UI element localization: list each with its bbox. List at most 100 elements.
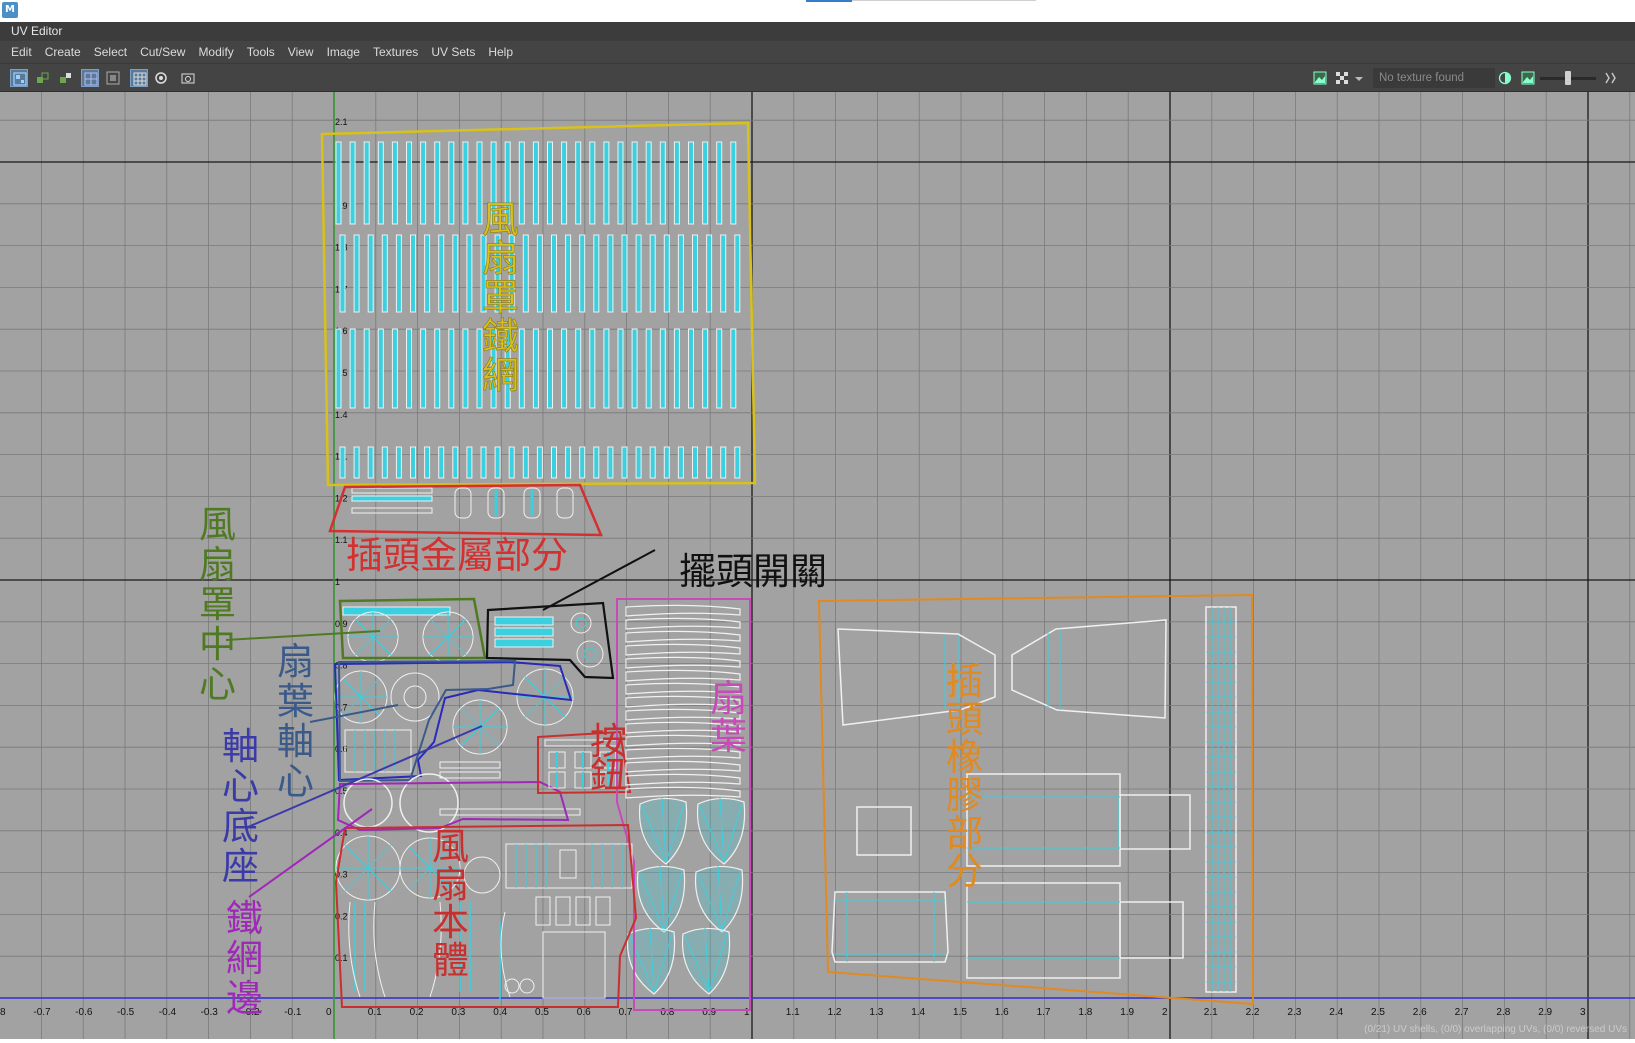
- uv-strip[interactable]: [649, 234, 656, 313]
- chevron-down-icon[interactable]: [1352, 69, 1364, 87]
- uv-strip[interactable]: [438, 446, 445, 479]
- expand-toolbar-icon[interactable]: [1601, 69, 1619, 87]
- uv-strip[interactable]: [635, 446, 642, 479]
- menu-image[interactable]: Image: [327, 45, 360, 59]
- uv-strip[interactable]: [617, 328, 624, 409]
- uv-strip[interactable]: [702, 141, 709, 225]
- uv-strip[interactable]: [603, 328, 610, 409]
- uv-strip[interactable]: [631, 141, 638, 225]
- uv-strip[interactable]: [645, 328, 652, 409]
- wireframe-toggle-icon[interactable]: [81, 69, 99, 87]
- uv-strip[interactable]: [702, 328, 709, 409]
- uv-strip[interactable]: [448, 141, 455, 225]
- uv-strip[interactable]: [434, 328, 441, 409]
- uv-strip[interactable]: [575, 141, 582, 225]
- uv-strip[interactable]: [688, 328, 694, 409]
- uv-strip[interactable]: [551, 446, 557, 479]
- uv-strip[interactable]: [391, 141, 398, 225]
- uv-strip[interactable]: [716, 328, 723, 409]
- uv-strip[interactable]: [406, 328, 412, 409]
- uv-strip[interactable]: [607, 446, 614, 479]
- uv-strip[interactable]: [377, 328, 384, 409]
- uv-strip[interactable]: [617, 141, 624, 225]
- uv-strip[interactable]: [692, 446, 698, 479]
- uv-strip[interactable]: [547, 141, 553, 225]
- uv-strip[interactable]: [593, 234, 600, 313]
- uv-strip[interactable]: [532, 141, 539, 225]
- menu-textures[interactable]: Textures: [373, 45, 418, 59]
- uv-strip[interactable]: [448, 328, 455, 409]
- uv-strip[interactable]: [631, 328, 638, 409]
- snap-icon[interactable]: [152, 69, 170, 87]
- checker-icon[interactable]: [1333, 69, 1351, 87]
- uv-strip[interactable]: [649, 446, 656, 479]
- uv-strip[interactable]: [688, 141, 694, 225]
- uv-strip[interactable]: [452, 446, 459, 479]
- menu-help[interactable]: Help: [488, 45, 513, 59]
- menu-uv-sets[interactable]: UV Sets: [431, 45, 475, 59]
- uv-strip[interactable]: [579, 446, 586, 479]
- uv-strip[interactable]: [339, 234, 346, 313]
- uv-strip[interactable]: [677, 234, 684, 313]
- uv-strip[interactable]: [462, 328, 469, 409]
- uv-strip[interactable]: [575, 328, 582, 409]
- maya-app-icon[interactable]: M: [2, 2, 18, 18]
- uv-strip[interactable]: [466, 446, 473, 479]
- texture-status-field[interactable]: No texture found: [1373, 68, 1495, 88]
- uv-strip[interactable]: [406, 141, 412, 225]
- menu-create[interactable]: Create: [45, 45, 81, 59]
- uv-strip[interactable]: [536, 446, 543, 479]
- uv-strip[interactable]: [536, 234, 543, 313]
- uv-strip[interactable]: [565, 234, 572, 313]
- uv-strip[interactable]: [335, 141, 342, 225]
- uv-strip[interactable]: [363, 328, 370, 409]
- menu-edit[interactable]: Edit: [11, 45, 32, 59]
- uv-strip[interactable]: [603, 141, 610, 225]
- uv-strip[interactable]: [663, 446, 670, 479]
- menu-modify[interactable]: Modify: [198, 45, 233, 59]
- uv-strip[interactable]: [565, 446, 572, 479]
- uv-strip[interactable]: [692, 234, 698, 313]
- uv-strip[interactable]: [522, 446, 529, 479]
- menu-tools[interactable]: Tools: [247, 45, 275, 59]
- uv-strip[interactable]: [424, 446, 431, 479]
- uv-strip[interactable]: [720, 234, 727, 313]
- uv-strip[interactable]: [720, 446, 727, 479]
- menu-select[interactable]: Select: [94, 45, 127, 59]
- camera-icon[interactable]: [179, 69, 197, 87]
- uv-strip[interactable]: [367, 234, 374, 313]
- uv-strip[interactable]: [706, 234, 713, 313]
- uv-strip[interactable]: [621, 446, 628, 479]
- uv-strip[interactable]: [452, 234, 459, 313]
- uv-strip[interactable]: [663, 234, 670, 313]
- uv-strip[interactable]: [480, 446, 487, 479]
- uv-strip[interactable]: [706, 446, 713, 479]
- uv-strip[interactable]: [462, 141, 469, 225]
- uv-strip[interactable]: [677, 446, 684, 479]
- uv-strip[interactable]: [579, 234, 586, 313]
- uv-strip[interactable]: [377, 141, 384, 225]
- uv-strip[interactable]: [589, 141, 596, 225]
- uv-strip[interactable]: [410, 234, 416, 313]
- uv-strip[interactable]: [349, 328, 356, 409]
- uv-strip[interactable]: [434, 141, 441, 225]
- shaded-toggle-icon[interactable]: [104, 69, 122, 87]
- uv-strip[interactable]: [349, 141, 356, 225]
- uv-strip[interactable]: [420, 141, 427, 225]
- uv-strip[interactable]: [381, 446, 388, 479]
- uv-strip[interactable]: [522, 234, 529, 313]
- uv-strip[interactable]: [353, 446, 360, 479]
- select-faces-icon[interactable]: [33, 69, 51, 87]
- uv-strip[interactable]: [438, 234, 445, 313]
- uv-strip[interactable]: [593, 446, 600, 479]
- uv-strip[interactable]: [494, 446, 501, 479]
- uv-strip[interactable]: [363, 141, 370, 225]
- image-display-icon[interactable]: [1311, 69, 1329, 87]
- uv-strip[interactable]: [420, 328, 427, 409]
- uv-strip[interactable]: [730, 328, 737, 409]
- uv-strip[interactable]: [673, 141, 680, 225]
- uv-strip[interactable]: [391, 328, 398, 409]
- uv-strip[interactable]: [716, 141, 723, 225]
- uv-strip[interactable]: [547, 328, 553, 409]
- image-ratio-icon[interactable]: [1519, 69, 1537, 87]
